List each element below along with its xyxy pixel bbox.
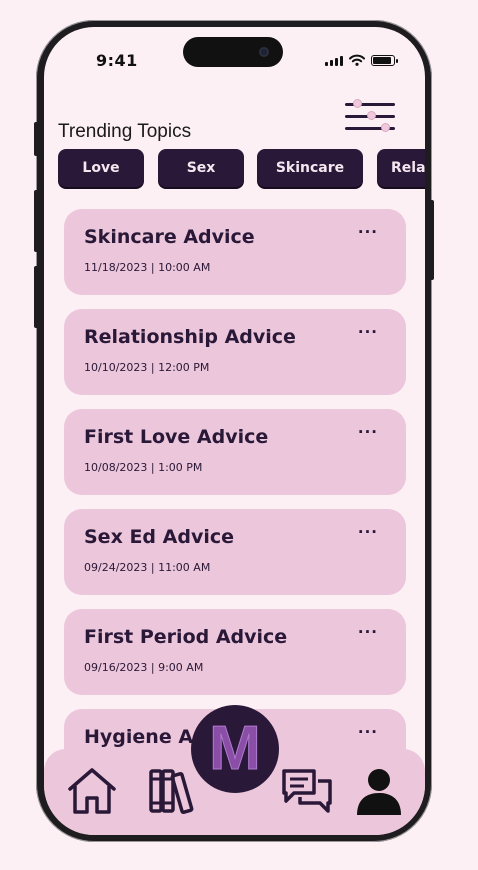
mute-switch xyxy=(34,122,39,156)
more-options-icon[interactable]: ··· xyxy=(358,623,378,641)
list-item[interactable]: First Love Advice 10/08/2023 | 1:00 PM ·… xyxy=(64,409,406,495)
item-datetime: 11/18/2023 | 10:00 AM xyxy=(84,261,211,274)
item-title: First Love Advice xyxy=(84,426,269,448)
filter-sliders-icon[interactable] xyxy=(345,99,395,133)
item-datetime: 09/16/2023 | 9:00 AM xyxy=(84,661,204,674)
more-options-icon[interactable]: ··· xyxy=(358,523,378,541)
list-item[interactable]: Sex Ed Advice 09/24/2023 | 11:00 AM ··· xyxy=(64,509,406,595)
volume-down-button xyxy=(34,266,39,328)
chip-skincare[interactable]: Skincare xyxy=(257,149,363,187)
app-screen: 9:41 Trending Topics Love Sex Skincare R… xyxy=(44,27,425,835)
logo-letter: M xyxy=(209,714,262,783)
item-datetime: 09/24/2023 | 11:00 AM xyxy=(84,561,211,574)
more-options-icon[interactable]: ··· xyxy=(358,423,378,441)
item-title: Sex Ed Advice xyxy=(84,526,234,548)
item-title: Relationship Advice xyxy=(84,326,296,348)
chip-love[interactable]: Love xyxy=(58,149,144,187)
dynamic-island xyxy=(183,37,283,67)
library-icon[interactable] xyxy=(147,765,199,817)
battery-icon xyxy=(371,55,398,66)
wifi-icon xyxy=(349,54,365,66)
chip-relationship[interactable]: Relationship xyxy=(377,149,425,187)
app-logo-button[interactable]: M xyxy=(191,705,279,793)
more-options-icon[interactable]: ··· xyxy=(358,723,378,741)
list-item[interactable]: First Period Advice 09/16/2023 | 9:00 AM… xyxy=(64,609,406,695)
more-options-icon[interactable]: ··· xyxy=(358,323,378,341)
home-icon[interactable] xyxy=(66,765,118,817)
list-item[interactable]: Skincare Advice 11/18/2023 | 10:00 AM ··… xyxy=(64,209,406,295)
chip-sex[interactable]: Sex xyxy=(158,149,244,187)
power-button xyxy=(429,200,434,280)
status-icons xyxy=(325,54,398,66)
section-title: Trending Topics xyxy=(58,121,192,142)
item-datetime: 10/08/2023 | 1:00 PM xyxy=(84,461,203,474)
list-item[interactable]: Relationship Advice 10/10/2023 | 12:00 P… xyxy=(64,309,406,395)
more-options-icon[interactable]: ··· xyxy=(358,223,378,241)
signal-icon xyxy=(325,56,343,66)
topic-chips: Love Sex Skincare Relationship xyxy=(58,149,425,189)
volume-up-button xyxy=(34,190,39,252)
camera-icon xyxy=(259,47,269,57)
status-time: 9:41 xyxy=(96,51,138,70)
item-datetime: 10/10/2023 | 12:00 PM xyxy=(84,361,210,374)
item-title: First Period Advice xyxy=(84,626,288,648)
item-title: Skincare Advice xyxy=(84,226,255,248)
battery-level xyxy=(373,57,391,64)
profile-icon[interactable] xyxy=(353,765,405,817)
chat-icon[interactable] xyxy=(280,765,334,817)
